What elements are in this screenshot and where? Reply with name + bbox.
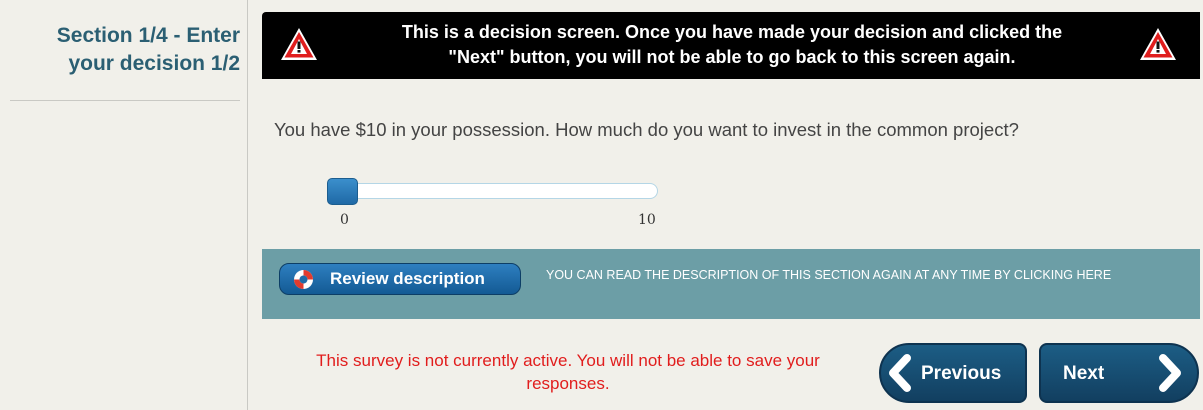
sidebar: Section 1/4 - Enter your decision 1/2 <box>0 0 248 410</box>
section-title-line1: Section 1/4 - Enter <box>56 24 240 47</box>
sidebar-divider <box>10 100 240 101</box>
investment-slider-track[interactable] <box>334 183 658 199</box>
banner-line2: "Next" button, you will not be able to g… <box>448 47 1016 67</box>
warning-banner: This is a decision screen. Once you have… <box>262 12 1200 79</box>
previous-label: Previous <box>921 363 1002 384</box>
review-description-button[interactable]: Review description <box>279 263 521 295</box>
inactive-warning-line2: responses. <box>526 374 610 393</box>
review-description-note[interactable]: YOU CAN READ THE DESCRIPTION OF THIS SEC… <box>546 266 1196 284</box>
question-text: You have $10 in your possession. How muc… <box>274 119 1019 140</box>
slider-max-label: 10 <box>638 212 656 228</box>
next-label: Next <box>1063 363 1105 384</box>
chevron-left-icon <box>889 354 911 392</box>
warning-icon <box>1140 28 1176 60</box>
investment-slider-handle[interactable] <box>327 178 358 205</box>
banner-line1: This is a decision screen. Once you have… <box>401 22 1063 42</box>
warning-icon <box>281 28 317 60</box>
section-title-line2: your decision 1/2 <box>68 52 240 75</box>
lifebuoy-icon <box>294 270 313 289</box>
banner-message: This is a decision screen. Once you have… <box>332 20 1132 70</box>
inactive-survey-warning: This survey is not currently active. You… <box>262 349 874 395</box>
inactive-warning-line1: This survey is not currently active. You… <box>316 351 820 370</box>
main-panel: This is a decision screen. Once you have… <box>262 12 1203 410</box>
next-button[interactable]: Next <box>1039 343 1199 403</box>
previous-button[interactable]: Previous <box>879 343 1027 403</box>
review-description-bar: Review description YOU CAN READ THE DESC… <box>262 249 1200 319</box>
section-title: Section 1/4 - Enter your decision 1/2 <box>8 22 240 78</box>
chevron-right-icon <box>1159 354 1181 392</box>
slider-min-label: 0 <box>340 212 349 228</box>
review-description-label: Review description <box>330 269 485 288</box>
